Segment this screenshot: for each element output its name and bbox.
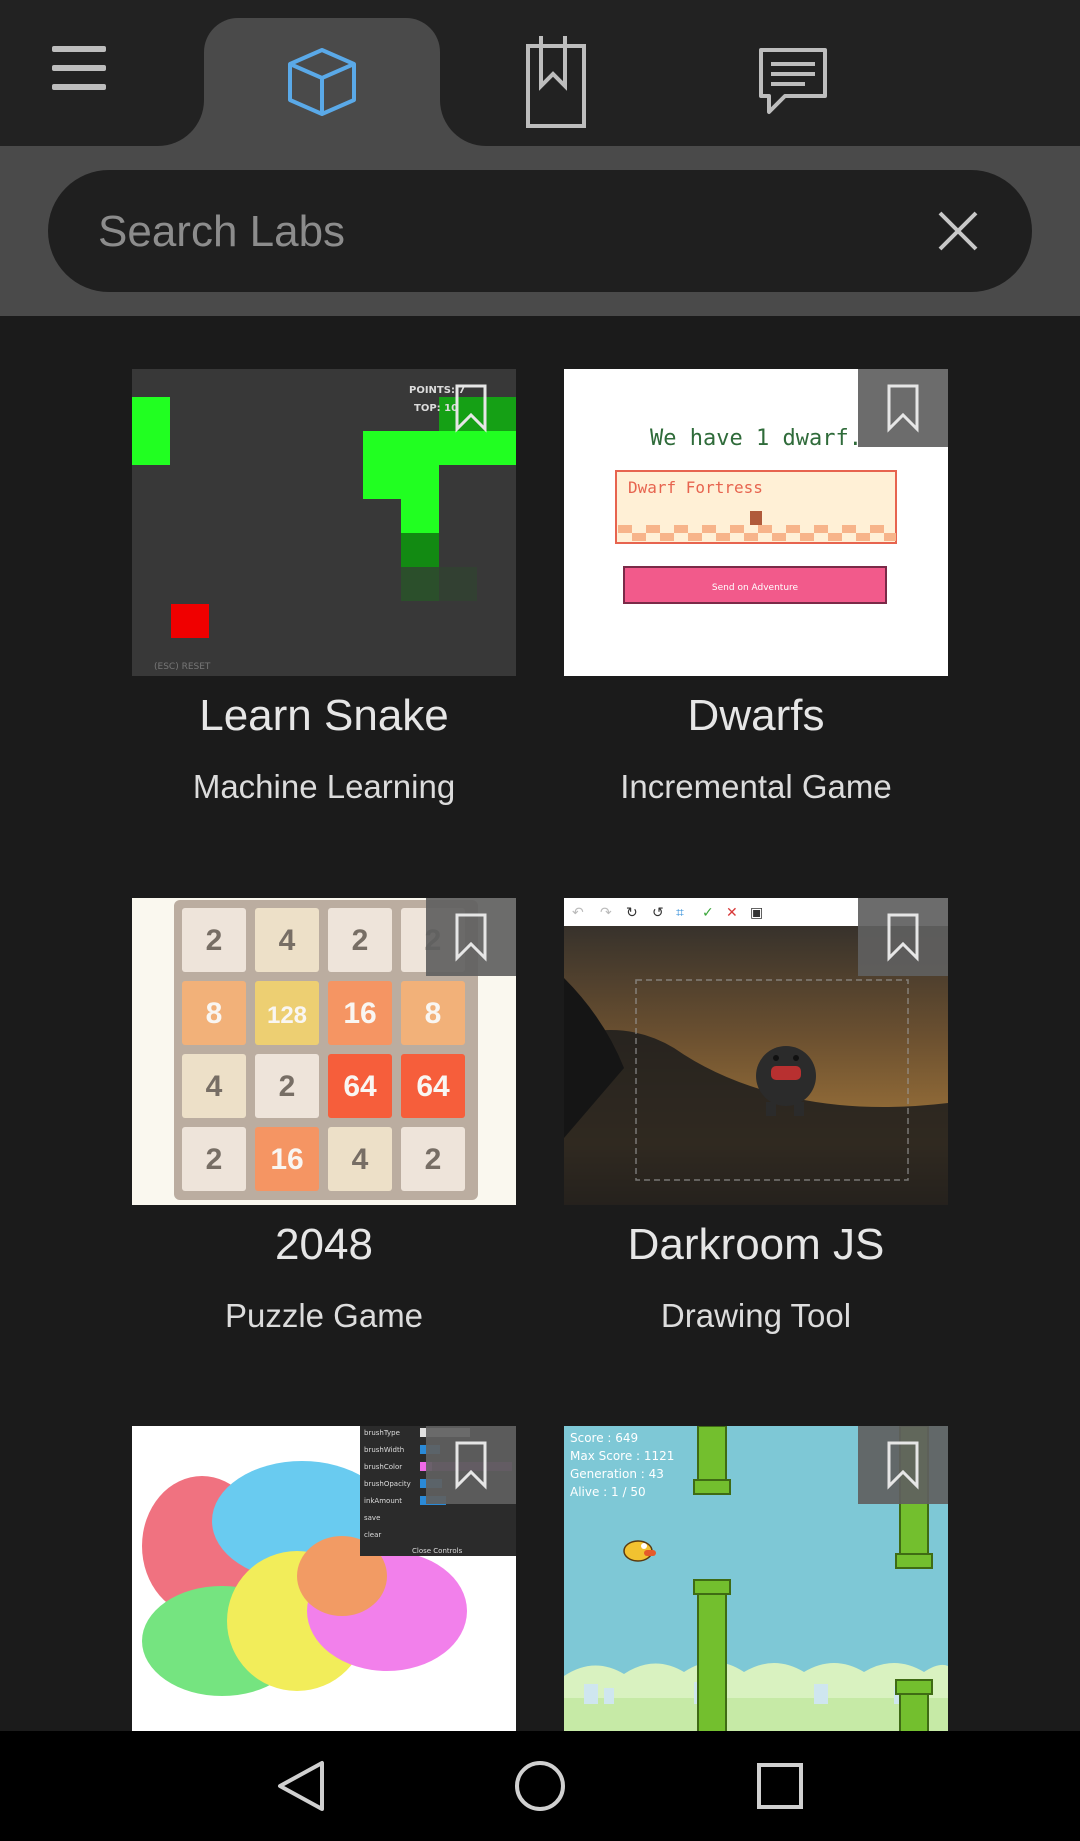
svg-text:⌗: ⌗ bbox=[676, 905, 684, 921]
clear-search-button[interactable] bbox=[928, 201, 988, 261]
tile-value: 2 bbox=[425, 1143, 442, 1176]
svg-text:↷: ↷ bbox=[600, 905, 612, 921]
system-navigation-bar bbox=[0, 1731, 1080, 1841]
thumbnail-paint: brushType brushWidth brushColor brushOpa… bbox=[132, 1426, 516, 1731]
back-button[interactable] bbox=[266, 1751, 336, 1821]
thumbnail-learn-snake: POINTS: 7 TOP: 10 (ESC) RESET bbox=[132, 369, 516, 676]
bookmark-icon bbox=[887, 913, 919, 962]
flappy-alive-text: Alive : 1 / 50 bbox=[570, 1485, 646, 1499]
svg-text:▣: ▣ bbox=[750, 905, 763, 921]
paint-brushwidth-label: brushWidth bbox=[364, 1446, 404, 1454]
home-icon bbox=[515, 1761, 565, 1811]
tile-value: 128 bbox=[267, 1002, 307, 1029]
lab-title: Darkroom JS bbox=[627, 1220, 885, 1269]
lab-category: Drawing Tool bbox=[660, 1297, 852, 1334]
paint-save-label: save bbox=[364, 1514, 380, 1522]
tile-value: 8 bbox=[206, 997, 223, 1030]
thumbnail-dwarfs: We have 1 dwarf. Dwarf Fortress Send on … bbox=[564, 369, 948, 676]
paint-brushopacity-label: brushOpacity bbox=[364, 1480, 411, 1488]
lab-title: Learn Snake bbox=[199, 691, 449, 740]
recents-icon bbox=[757, 1763, 803, 1809]
bookmark-icon bbox=[887, 384, 919, 433]
recents-button[interactable] bbox=[745, 1751, 815, 1821]
bookmark-button[interactable] bbox=[858, 369, 948, 447]
cube-icon bbox=[288, 48, 356, 116]
svg-text:✓: ✓ bbox=[702, 905, 714, 921]
paint-clear-label: clear bbox=[364, 1531, 381, 1539]
bookmark-icon bbox=[455, 1441, 487, 1490]
tile-value: 64 bbox=[343, 1070, 377, 1103]
thumbnail-flappy: Score : 649 Max Score : 1121 Generation … bbox=[564, 1426, 948, 1731]
home-button[interactable] bbox=[505, 1751, 575, 1821]
snake-reset-text: (ESC) RESET bbox=[154, 662, 211, 672]
search-bar bbox=[0, 146, 1080, 316]
lab-category: Machine Learning bbox=[192, 768, 456, 805]
svg-text:↶: ↶ bbox=[572, 905, 584, 921]
labs-grid: POINTS: 7 TOP: 10 (ESC) RESET Learn Snak… bbox=[0, 316, 1080, 1731]
bookmark-button[interactable] bbox=[858, 898, 948, 976]
tab-bookmarks[interactable] bbox=[438, 18, 674, 146]
lab-category: Incremental Game bbox=[620, 768, 892, 805]
paint-close-controls-label: Close Controls bbox=[412, 1547, 463, 1555]
flappy-maxscore-text: Max Score : 1121 bbox=[570, 1449, 674, 1463]
tile-value: 64 bbox=[416, 1070, 450, 1103]
top-tab-bar bbox=[0, 0, 1080, 146]
paint-inkamount-label: inkAmount bbox=[364, 1497, 402, 1505]
tab-corner-left bbox=[158, 100, 204, 146]
tab-labs[interactable] bbox=[204, 18, 440, 146]
dwarfs-adventure-text: Send on Adventure bbox=[712, 583, 799, 593]
tile-value: 4 bbox=[352, 1143, 369, 1176]
bookmark-button[interactable] bbox=[426, 369, 516, 447]
bookmark-button[interactable] bbox=[426, 898, 516, 976]
tile-value: 2 bbox=[206, 1143, 223, 1176]
paint-brushtype-label: brushType bbox=[364, 1429, 400, 1437]
dwarfs-fortress-text: Dwarf Fortress bbox=[628, 478, 763, 497]
hamburger-menu-icon[interactable] bbox=[44, 38, 114, 98]
lab-category: Puzzle Game bbox=[224, 1297, 424, 1334]
flappy-generation-text: Generation : 43 bbox=[570, 1467, 664, 1481]
bookmark-button[interactable] bbox=[858, 1426, 948, 1504]
tile-value: 2 bbox=[279, 1070, 296, 1103]
tile-value: 2 bbox=[352, 924, 369, 957]
bookmark-icon bbox=[455, 913, 487, 962]
dwarfs-heading-text: We have 1 dwarf. bbox=[650, 426, 862, 451]
search-box bbox=[48, 170, 1032, 294]
tile-value: 4 bbox=[206, 1070, 223, 1103]
svg-text:✕: ✕ bbox=[726, 905, 738, 921]
back-icon bbox=[278, 1761, 324, 1811]
tile-value: 2 bbox=[206, 924, 223, 957]
search-input[interactable] bbox=[96, 170, 900, 294]
tile-value: 16 bbox=[270, 1143, 303, 1176]
svg-text:↺: ↺ bbox=[652, 905, 664, 921]
bookmark-button[interactable] bbox=[426, 1426, 516, 1504]
thumbnail-2048: 2422812816842646421642 bbox=[132, 898, 516, 1205]
tile-value: 16 bbox=[343, 997, 376, 1030]
bookmark-icon bbox=[455, 384, 487, 433]
close-icon bbox=[938, 211, 978, 251]
tile-value: 8 bbox=[425, 997, 442, 1030]
lab-title: Dwarfs bbox=[687, 691, 825, 740]
messages-icon bbox=[759, 48, 827, 114]
svg-text:↻: ↻ bbox=[626, 905, 638, 921]
tab-messages[interactable] bbox=[675, 18, 911, 146]
bookmark-icon bbox=[887, 1441, 919, 1490]
lab-title: 2048 bbox=[275, 1220, 373, 1269]
paint-brushcolor-label: brushColor bbox=[364, 1463, 402, 1471]
flappy-score-text: Score : 649 bbox=[570, 1431, 638, 1445]
thumbnail-darkroom-js: ↶ ↷ ↻ ↺ ⌗ ✓ ✕ ▣ bbox=[564, 898, 948, 1205]
bookmarks-icon bbox=[526, 36, 586, 128]
tile-value: 4 bbox=[279, 924, 296, 957]
